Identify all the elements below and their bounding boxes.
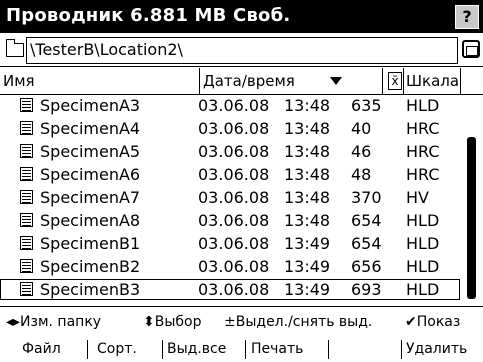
item-name: SpecimenA6: [40, 165, 141, 184]
item-date: 03.06.08: [198, 96, 270, 115]
item-date: 03.06.08: [198, 142, 270, 161]
item-date: 03.06.08: [198, 234, 270, 253]
document-icon: [20, 190, 33, 204]
list-item[interactable]: SpecimenA5 03.06.08 13:48 46 HRC: [0, 141, 460, 162]
path-bar: \TesterB\Location2\: [0, 33, 483, 67]
item-name: SpecimenA4: [40, 119, 141, 138]
column-divider: [382, 68, 383, 94]
scrollbar-thumb[interactable]: [467, 137, 476, 299]
menu-divider: [245, 340, 246, 359]
item-date: 03.06.08: [198, 165, 270, 184]
list-item[interactable]: SpecimenA8 03.06.08 13:48 654 HLD: [0, 210, 460, 231]
item-name: SpecimenA7: [40, 188, 141, 207]
item-scale: HLD: [406, 234, 440, 253]
item-name: SpecimenB1: [40, 234, 141, 253]
item-time: 13:48: [284, 188, 331, 207]
item-scale: HRC: [406, 142, 440, 161]
list-item[interactable]: SpecimenB2 03.06.08 13:49 656 HLD: [0, 256, 460, 277]
menu-file[interactable]: Файл: [22, 337, 61, 362]
path-text: \TesterB\Location2\: [30, 40, 183, 59]
path-field[interactable]: \TesterB\Location2\: [26, 37, 458, 64]
menu-delete[interactable]: Удалить: [406, 337, 467, 362]
document-icon: [20, 98, 33, 112]
item-value: 40: [351, 119, 372, 138]
document-icon: [20, 259, 33, 273]
document-icon: [20, 236, 33, 250]
item-date: 03.06.08: [198, 119, 270, 138]
column-header-name[interactable]: Имя: [3, 68, 35, 94]
menu-select-all[interactable]: Выд.все: [167, 337, 226, 362]
item-name: SpecimenB3: [40, 280, 141, 299]
item-value: 46: [351, 142, 372, 161]
item-scale: HRC: [406, 165, 440, 184]
item-scale: HLD: [406, 96, 440, 115]
item-time: 13:48: [284, 96, 331, 115]
item-time: 13:49: [284, 280, 331, 299]
item-value: 654: [351, 211, 382, 230]
column-header-datetime[interactable]: Дата/время: [203, 68, 295, 94]
menu-divider: [162, 340, 163, 359]
item-name: SpecimenA3: [40, 96, 141, 115]
file-list: SpecimenA3 03.06.08 13:48 635 HLD Specim…: [0, 95, 483, 305]
item-value: 635: [351, 96, 382, 115]
item-value: 48: [351, 165, 372, 184]
folder-icon: [6, 39, 24, 57]
column-header-scale[interactable]: Шкала: [406, 68, 459, 94]
column-divider: [460, 68, 461, 94]
document-icon: [20, 121, 33, 135]
list-item[interactable]: SpecimenA6 03.06.08 13:48 48 HRC: [0, 164, 460, 185]
window-title: Проводник 6.881 MB Своб.: [6, 5, 291, 26]
item-scale: HLD: [406, 257, 440, 276]
column-header: Имя Дата/время x̄ Шкала: [0, 68, 483, 95]
document-icon: [20, 282, 33, 296]
document-icon: [20, 167, 33, 181]
item-time: 13:48: [284, 211, 331, 230]
item-time: 13:48: [284, 142, 331, 161]
menu-bar: Файл Сорт. Выд.все Печать Удалить: [0, 337, 483, 362]
item-name: SpecimenA5: [40, 142, 141, 161]
column-header-value[interactable]: x̄: [388, 72, 402, 90]
item-time: 13:48: [284, 119, 331, 138]
item-scale: HV: [406, 188, 429, 207]
hint-show: ✔Показ: [405, 314, 461, 330]
item-scale: HLD: [406, 280, 440, 299]
item-scale: HRC: [406, 119, 440, 138]
menu-divider: [401, 340, 402, 359]
document-icon: [20, 213, 33, 227]
item-value: 656: [351, 257, 382, 276]
item-name: SpecimenB2: [40, 257, 141, 276]
item-date: 03.06.08: [198, 211, 270, 230]
document-icon: [20, 144, 33, 158]
hint-select: ⬍Выбор: [143, 314, 202, 330]
item-scale: HLD: [406, 211, 440, 230]
column-divider: [199, 68, 200, 94]
hint-bar: ◂▸Изм. папку ⬍Выбор ±Выдел./снять выд. ✔…: [0, 306, 483, 337]
item-date: 03.06.08: [198, 280, 270, 299]
item-date: 03.06.08: [198, 188, 270, 207]
list-item-selected[interactable]: SpecimenB3 03.06.08 13:49 693 HLD: [0, 279, 460, 300]
item-time: 13:49: [284, 234, 331, 253]
storage-drive-icon[interactable]: [462, 40, 480, 58]
list-item[interactable]: SpecimenA3 03.06.08 13:48 635 HLD: [0, 95, 460, 116]
column-divider: [403, 68, 404, 94]
title-bar: Проводник 6.881 MB Своб. ?: [0, 0, 483, 33]
help-button[interactable]: ?: [455, 5, 479, 29]
list-item[interactable]: SpecimenA4 03.06.08 13:48 40 HRC: [0, 118, 460, 139]
sort-descending-icon[interactable]: [330, 77, 342, 85]
item-value: 693: [351, 280, 382, 299]
menu-divider: [87, 340, 88, 359]
menu-print[interactable]: Печать: [251, 337, 303, 362]
item-value: 370: [351, 188, 382, 207]
item-date: 03.06.08: [198, 257, 270, 276]
hint-toggle-select: ±Выдел./снять выд.: [224, 314, 373, 330]
menu-divider: [328, 340, 329, 359]
item-value: 654: [351, 234, 382, 253]
item-time: 13:49: [284, 257, 331, 276]
list-item[interactable]: SpecimenA7 03.06.08 13:48 370 HV: [0, 187, 460, 208]
menu-sort[interactable]: Сорт.: [97, 337, 137, 362]
item-time: 13:48: [284, 165, 331, 184]
list-item[interactable]: SpecimenB1 03.06.08 13:49 654 HLD: [0, 233, 460, 254]
hint-change-folder: ◂▸Изм. папку: [6, 314, 102, 330]
item-name: SpecimenA8: [40, 211, 141, 230]
